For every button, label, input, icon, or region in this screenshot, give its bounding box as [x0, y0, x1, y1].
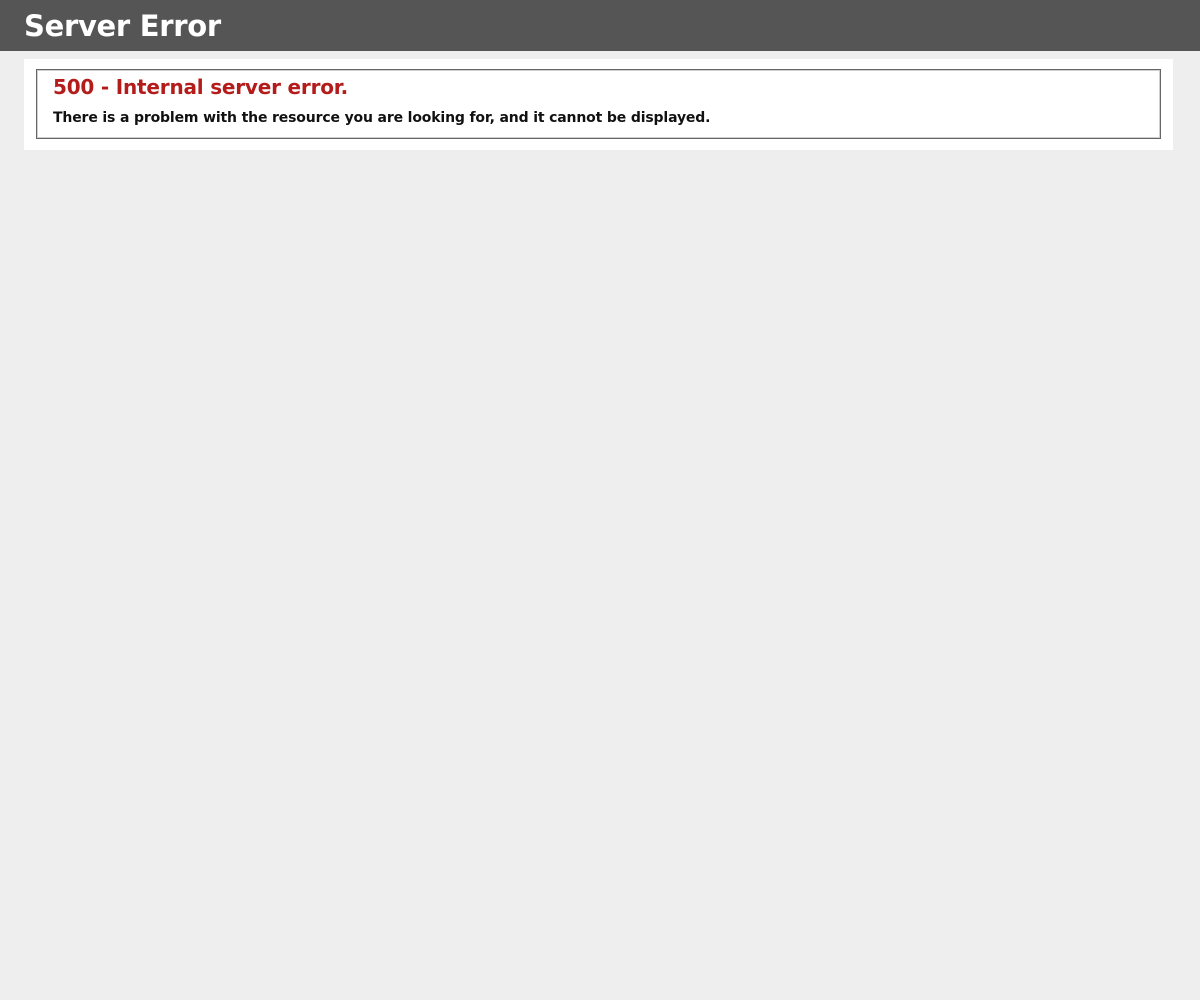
error-content: 500 - Internal server error. There is a … [24, 59, 1173, 150]
error-panel: 500 - Internal server error. There is a … [36, 69, 1161, 139]
server-error-header: Server Error [0, 0, 1200, 51]
page-title: Server Error [24, 9, 221, 43]
error-title: 500 - Internal server error. [53, 75, 348, 99]
error-message: There is a problem with the resource you… [53, 110, 711, 126]
